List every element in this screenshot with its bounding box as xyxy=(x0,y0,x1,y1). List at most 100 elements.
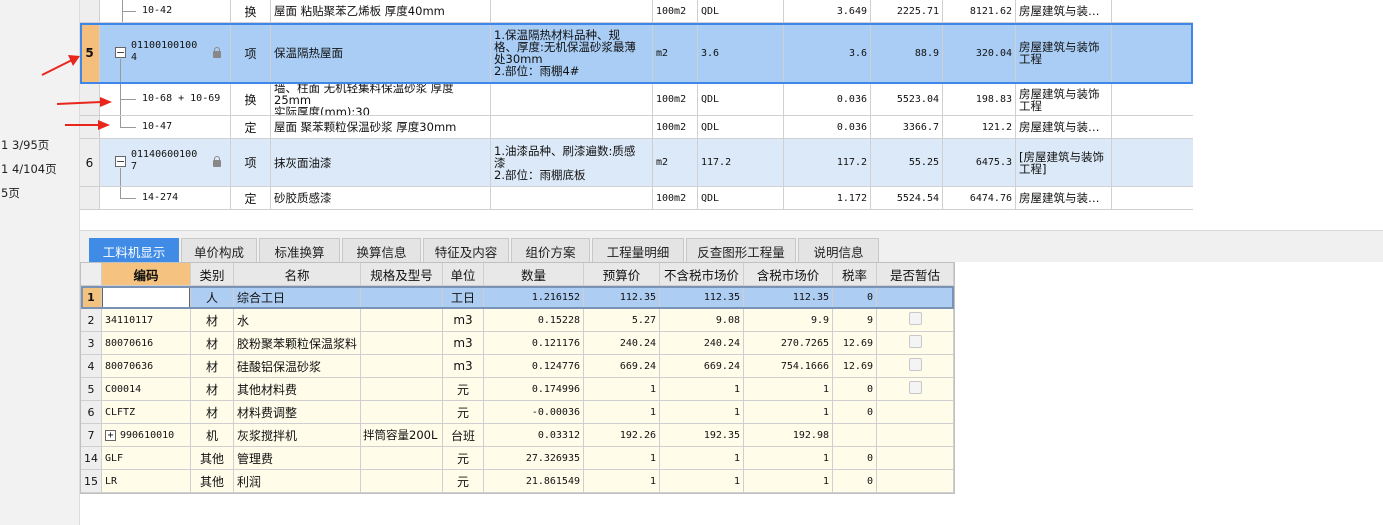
table-row[interactable]: 2 34110117 材 水 m3 0.15228 5.27 9.08 9.9 … xyxy=(81,309,954,332)
table-row[interactable]: 10-47 定 屋面 聚苯颗粒保温砂浆 厚度30mm 100m2 QDL 0.0… xyxy=(80,116,1193,139)
provisional-checkbox[interactable] xyxy=(908,358,922,371)
header-market-price-ex-tax[interactable]: 不含税市场价 xyxy=(660,263,744,285)
market-price-in-tax-cell[interactable]: 112.35 xyxy=(744,286,833,308)
table-row[interactable]: 5 C00014 材 其他材料费 元 0.174996 1 1 1 0 xyxy=(81,378,954,401)
collapse-icon[interactable]: − xyxy=(115,156,126,167)
table-row[interactable]: 6 CLFTZ 材 材料费调整 元 -0.00036 1 1 1 0 xyxy=(81,401,954,424)
spec-cell[interactable] xyxy=(361,401,443,423)
table-row[interactable]: 7 +990610010 机 灰浆搅拌机 拌筒容量200L 台班 0.03312… xyxy=(81,424,954,447)
code-cell[interactable]: 34110117 xyxy=(102,309,191,331)
tab-quantity-details[interactable]: 工程量明细 xyxy=(592,238,684,263)
provisional-checkbox[interactable] xyxy=(908,312,922,325)
market-price-in-tax-cell[interactable]: 1 xyxy=(744,378,833,400)
name-cell[interactable]: 灰浆搅拌机 xyxy=(234,424,361,446)
header-tax-rate[interactable]: 税率 xyxy=(833,263,877,285)
header-name[interactable]: 名称 xyxy=(234,263,361,285)
tax-rate-cell[interactable]: 0 xyxy=(833,378,877,400)
market-price-ex-tax-cell[interactable]: 9.08 xyxy=(660,309,744,331)
tax-rate-cell[interactable]: 12.69 xyxy=(833,332,877,354)
market-price-ex-tax-cell[interactable]: 1 xyxy=(660,378,744,400)
provisional-cell[interactable] xyxy=(877,447,954,469)
tab-pricing-scheme[interactable]: 组价方案 xyxy=(511,238,590,263)
table-row[interactable]: 14 GLF 其他 管理费 元 27.326935 1 1 1 0 xyxy=(81,447,954,470)
market-price-in-tax-cell[interactable]: 1 xyxy=(744,401,833,423)
provisional-checkbox[interactable] xyxy=(908,335,922,348)
name-cell[interactable]: 其他材料费 xyxy=(234,378,361,400)
tax-rate-cell[interactable]: 12.69 xyxy=(833,355,877,377)
tab-standard-conversion[interactable]: 标准换算 xyxy=(259,238,340,263)
market-price-in-tax-cell[interactable]: 1 xyxy=(744,447,833,469)
tab-graphic-quantity-lookup[interactable]: 反查图形工程量 xyxy=(686,238,796,263)
name-cell[interactable]: 硅酸铝保温砂浆 xyxy=(234,355,361,377)
spec-cell[interactable] xyxy=(361,332,443,354)
market-price-ex-tax-cell[interactable]: 1 xyxy=(660,470,744,492)
quantity-cell[interactable]: 0.121176 xyxy=(484,332,584,354)
market-price-in-tax-cell[interactable]: 192.98 xyxy=(744,424,833,446)
spec-cell[interactable] xyxy=(361,470,443,492)
expand-icon[interactable]: + xyxy=(105,429,116,441)
spec-cell[interactable] xyxy=(361,309,443,331)
tab-description[interactable]: 说明信息 xyxy=(798,238,879,263)
code-cell[interactable]: LR xyxy=(102,470,191,492)
spec-cell[interactable] xyxy=(361,447,443,469)
header-quantity[interactable]: 数量 xyxy=(484,263,584,285)
name-cell[interactable]: 利润 xyxy=(234,470,361,492)
provisional-cell[interactable] xyxy=(877,424,954,446)
code-cell[interactable]: 80070636 xyxy=(102,355,191,377)
code-edit-box[interactable] xyxy=(102,287,190,308)
spec-cell[interactable]: 拌筒容量200L xyxy=(361,424,443,446)
name-cell[interactable]: 胶粉聚苯颗粒保温浆料 xyxy=(234,332,361,354)
market-price-in-tax-cell[interactable]: 9.9 xyxy=(744,309,833,331)
quantity-cell[interactable]: 0.124776 xyxy=(484,355,584,377)
tax-rate-cell[interactable]: 0 xyxy=(833,286,877,308)
provisional-checkbox[interactable] xyxy=(908,381,922,394)
provisional-cell[interactable] xyxy=(877,286,954,308)
header-market-price-in-tax[interactable]: 含税市场价 xyxy=(744,263,833,285)
quantity-cell[interactable]: 0.03312 xyxy=(484,424,584,446)
table-row[interactable]: 14-274 定 砂胶质感漆 100m2 QDL 1.172 5524.54 6… xyxy=(80,187,1193,210)
provisional-cell[interactable] xyxy=(877,355,954,377)
code-cell[interactable]: CLFTZ xyxy=(102,401,191,423)
table-row[interactable]: 4 80070636 材 硅酸铝保温砂浆 m3 0.124776 669.24 … xyxy=(81,355,954,378)
market-price-ex-tax-cell[interactable]: 669.24 xyxy=(660,355,744,377)
code-cell[interactable]: C00014 xyxy=(102,378,191,400)
name-cell[interactable]: 管理费 xyxy=(234,447,361,469)
quantity-cell[interactable]: 0.15228 xyxy=(484,309,584,331)
tab-unit-price-composition[interactable]: 单价构成 xyxy=(181,238,257,263)
tax-rate-cell[interactable]: 0 xyxy=(833,447,877,469)
tax-rate-cell[interactable]: 0 xyxy=(833,470,877,492)
code-cell[interactable]: 80070616 xyxy=(102,332,191,354)
spec-cell[interactable] xyxy=(361,355,443,377)
spec-cell[interactable] xyxy=(361,378,443,400)
quantity-cell[interactable]: -0.00036 xyxy=(484,401,584,423)
provisional-cell[interactable] xyxy=(877,332,954,354)
collapse-icon[interactable]: − xyxy=(115,47,126,58)
quantity-cell[interactable]: 21.861549 xyxy=(484,470,584,492)
provisional-cell[interactable] xyxy=(877,401,954,423)
market-price-in-tax-cell[interactable]: 754.1666 xyxy=(744,355,833,377)
table-row[interactable]: 10-68 + 10-69 换 墙、柱面 无机轻集料保温砂浆 厚度25mm 实际… xyxy=(80,84,1193,116)
tax-rate-cell[interactable]: 9 xyxy=(833,309,877,331)
tab-conversion-info[interactable]: 换算信息 xyxy=(342,238,421,263)
market-price-ex-tax-cell[interactable]: 1 xyxy=(660,401,744,423)
table-row[interactable]: 6 − 01140600100 7 项 抹灰面油漆 1.油漆品种、刷漆遍数:质感… xyxy=(80,139,1193,187)
header-spec[interactable]: 规格及型号 xyxy=(361,263,443,285)
tab-labor-material-machine[interactable]: 工料机显示 xyxy=(89,238,179,263)
provisional-cell[interactable] xyxy=(877,378,954,400)
quantity-cell[interactable]: 27.326935 xyxy=(484,447,584,469)
tax-rate-cell[interactable] xyxy=(833,424,877,446)
header-category[interactable]: 类别 xyxy=(191,263,234,285)
tax-rate-cell[interactable]: 0 xyxy=(833,401,877,423)
code-cell[interactable]: +990610010 xyxy=(102,424,191,446)
market-price-in-tax-cell[interactable]: 270.7265 xyxy=(744,332,833,354)
name-cell[interactable]: 材料费调整 xyxy=(234,401,361,423)
market-price-ex-tax-cell[interactable]: 192.35 xyxy=(660,424,744,446)
spec-cell[interactable] xyxy=(361,286,443,308)
table-row-selected[interactable]: 1 00030002 人 综合工日 工日 1.216152 112.35 112… xyxy=(81,286,954,309)
market-price-ex-tax-cell[interactable]: 1 xyxy=(660,447,744,469)
table-row-selected[interactable]: 5 − 01100100100 4 项 保温隔热屋面 1.保温隔热材料品种、规 … xyxy=(80,23,1193,84)
market-price-in-tax-cell[interactable]: 1 xyxy=(744,470,833,492)
header-budget-price[interactable]: 预算价 xyxy=(584,263,660,285)
provisional-cell[interactable] xyxy=(877,309,954,331)
table-row[interactable]: 3 80070616 材 胶粉聚苯颗粒保温浆料 m3 0.121176 240.… xyxy=(81,332,954,355)
